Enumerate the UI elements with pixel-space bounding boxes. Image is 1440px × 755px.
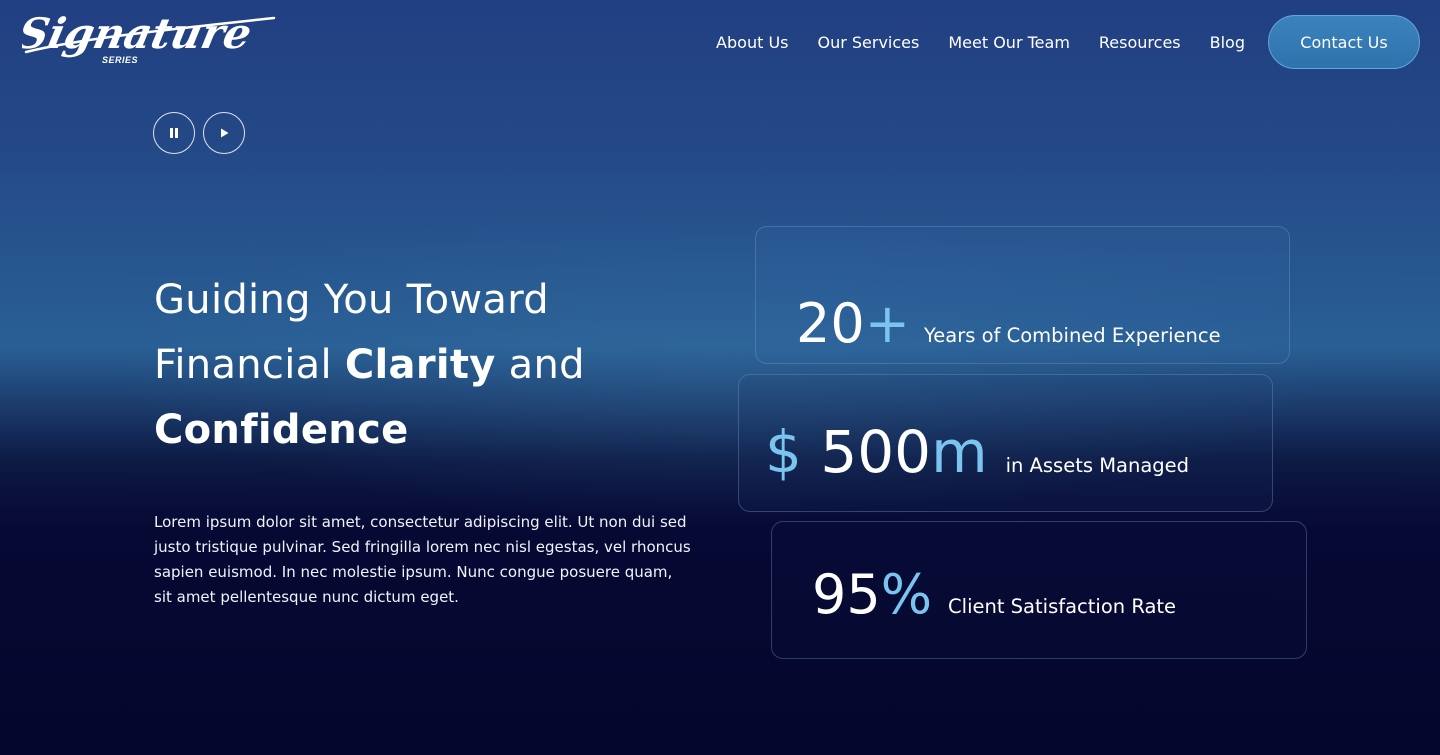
stat-suffix: m <box>931 418 988 486</box>
headline-line-2-pre: Financial <box>154 342 345 388</box>
nav-meet-our-team[interactable]: Meet Our Team <box>948 33 1070 52</box>
stat-label: in Assets Managed <box>1005 454 1190 477</box>
nav-resources[interactable]: Resources <box>1099 33 1181 52</box>
stat-number: 20 <box>796 292 865 355</box>
pause-button[interactable] <box>153 112 195 154</box>
nav-our-services[interactable]: Our Services <box>817 33 919 52</box>
headline-line-1: Guiding You Toward <box>154 277 549 323</box>
stat-value: 95% <box>812 568 932 622</box>
stat-number: 95 <box>812 563 881 626</box>
headline-confidence: Confidence <box>154 407 409 453</box>
stat-label: Years of Combined Experience <box>923 324 1221 347</box>
headline-line-2-post: and <box>495 342 585 388</box>
signature-logo-mark: Signature <box>22 9 276 59</box>
hero-headline: Guiding You Toward Financial Clarity and… <box>154 268 674 463</box>
stat-card-experience: 20+ Years of Combined Experience <box>755 226 1290 364</box>
logo-series-text: SERIES <box>102 55 139 65</box>
contact-us-button[interactable]: Contact Us <box>1268 15 1420 69</box>
hero-body-text: Lorem ipsum dolor sit amet, consectetur … <box>154 513 691 606</box>
brand-logo[interactable]: Signature SERIES <box>22 8 282 70</box>
stat-number: 500 <box>820 418 932 486</box>
stat-prefix: $ <box>765 418 821 486</box>
stat-card-assets: $ 500m in Assets Managed <box>738 374 1273 512</box>
stat-suffix: % <box>880 563 933 626</box>
stat-value: $ 500m <box>765 423 988 481</box>
stat-value: 20+ <box>796 297 910 351</box>
stat-suffix: + <box>864 292 910 355</box>
headline-clarity: Clarity <box>344 342 496 388</box>
stat-label: Client Satisfaction Rate <box>948 595 1177 618</box>
stat-card-satisfaction: 95% Client Satisfaction Rate <box>771 521 1307 659</box>
play-icon <box>221 128 229 138</box>
nav-blog[interactable]: Blog <box>1210 33 1245 52</box>
nav-about-us[interactable]: About Us <box>716 33 788 52</box>
main-nav: About Us Our Services Meet Our Team Reso… <box>716 15 1420 69</box>
play-button[interactable] <box>203 112 245 154</box>
pause-icon <box>170 128 178 138</box>
